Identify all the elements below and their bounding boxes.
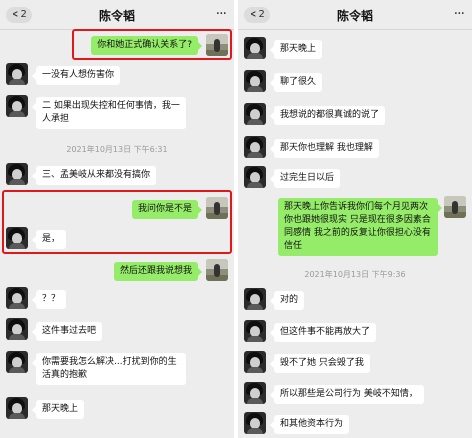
avatar[interactable]: [6, 318, 28, 340]
chat-panel-right: <2 陈令韬 ··· 那天晚上 聊了很久 我想说的都很真诚的说了 那天你也理解 …: [238, 0, 472, 438]
avatar[interactable]: [244, 103, 266, 125]
message-bubble-incoming[interactable]: 聊了很久: [269, 73, 323, 92]
avatar[interactable]: [244, 351, 266, 373]
message-bubble-incoming[interactable]: 三、孟美岐从来都没有搞你: [31, 166, 157, 185]
message-bubble-incoming[interactable]: 这件事过去吧: [31, 322, 103, 341]
message-bubble-incoming[interactable]: 所以那些是公司行为 美岐不知情，: [270, 385, 424, 404]
avatar[interactable]: [244, 382, 266, 404]
chat-title: 陈令韬: [98, 9, 135, 23]
avatar[interactable]: [6, 227, 28, 249]
message-bubble-incoming[interactable]: 对的: [269, 291, 305, 310]
chat-panel-left: <2 陈令韬 ··· 你和她正式确认关系了? 一没有人想伤害你 二 如果出现失控…: [0, 0, 234, 438]
message-bubble-incoming[interactable]: ？？: [31, 290, 67, 309]
message-bubble-incoming[interactable]: 毁不了她 只会毁了我: [270, 354, 370, 373]
message-bubble-incoming[interactable]: 我想说的都很真诚的说了: [269, 106, 386, 125]
avatar[interactable]: [206, 259, 228, 281]
chat-header: <2 陈令韬 ···: [0, 0, 234, 30]
message-bubble-incoming[interactable]: 但这件事不能再放大了: [269, 323, 377, 342]
timestamp: 2021年10月13日 下午9:36: [304, 270, 406, 279]
chat-header: <2 陈令韬 ···: [238, 0, 472, 30]
message-bubble-incoming[interactable]: 和其他资本行为: [269, 415, 350, 434]
avatar[interactable]: [6, 287, 28, 309]
message-bubble-incoming[interactable]: 那天晚上: [269, 40, 323, 59]
avatar[interactable]: [6, 95, 28, 117]
avatar[interactable]: [6, 397, 28, 419]
message-bubble-outgoing[interactable]: 我问你是不是: [131, 200, 203, 219]
message-bubble-outgoing[interactable]: 然后还跟我说想我: [113, 262, 203, 281]
more-icon[interactable]: ···: [216, 6, 227, 22]
message-bubble-incoming[interactable]: 那天晚上: [31, 400, 85, 419]
avatar[interactable]: [244, 412, 266, 434]
avatar[interactable]: [6, 351, 28, 373]
avatar[interactable]: [206, 34, 228, 56]
avatar[interactable]: [244, 37, 266, 59]
avatar[interactable]: [244, 136, 266, 158]
message-bubble-outgoing[interactable]: 你和她正式确认关系了?: [91, 36, 202, 55]
message-bubble-incoming[interactable]: 是，: [31, 230, 67, 249]
message-bubble-incoming[interactable]: 那天你也理解 我也理解: [270, 139, 379, 158]
chat-title: 陈令韬: [336, 9, 373, 23]
message-bubble-incoming[interactable]: 一没有人想伤害你: [31, 66, 121, 85]
avatar[interactable]: [206, 197, 228, 219]
avatar[interactable]: [244, 288, 266, 310]
avatar[interactable]: [244, 320, 266, 342]
message-bubble-outgoing[interactable]: 那天晚上你告诉我你们每个月见两次 你也跟她很现实 只是现在很多因素合同感情 我之…: [278, 198, 442, 256]
message-bubble-incoming[interactable]: 过完生日以后: [269, 169, 341, 188]
message-bubble-incoming[interactable]: 你需要我怎么解决...打扰到你的生活真的抱歉: [32, 353, 186, 385]
avatar[interactable]: [6, 163, 28, 185]
avatar[interactable]: [6, 63, 28, 85]
more-icon[interactable]: ···: [454, 6, 465, 22]
avatar[interactable]: [444, 196, 466, 218]
avatar[interactable]: [244, 70, 266, 92]
avatar[interactable]: [244, 166, 266, 188]
timestamp: 2021年10月13日 下午6:31: [66, 145, 168, 154]
message-bubble-incoming[interactable]: 二 如果出现失控和任何事情，我一人承担: [32, 97, 186, 129]
